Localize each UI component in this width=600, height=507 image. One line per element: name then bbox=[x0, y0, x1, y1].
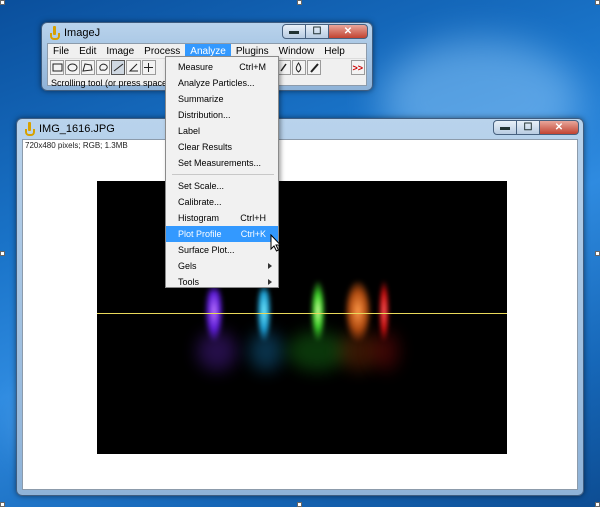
minimize-button[interactable]: ▬ bbox=[493, 120, 517, 135]
blue-glow bbox=[249, 331, 283, 371]
image-canvas-area: 720x480 pixels; RGB; 1.3MB bbox=[22, 139, 578, 490]
menu-item-surface-plot[interactable]: Surface Plot... bbox=[166, 242, 278, 258]
selection-handle bbox=[595, 0, 600, 5]
menu-item-tools[interactable]: Tools bbox=[166, 274, 278, 290]
menu-item-gels[interactable]: Gels bbox=[166, 258, 278, 274]
menu-item-analyze-particles[interactable]: Analyze Particles... bbox=[166, 75, 278, 91]
image-info: 720x480 pixels; RGB; 1.3MB bbox=[25, 141, 128, 150]
pen-tool-icon[interactable] bbox=[306, 60, 322, 75]
menu-edit[interactable]: Edit bbox=[74, 44, 101, 59]
minimize-button[interactable]: ▬ bbox=[282, 24, 306, 39]
menu-item-histogram[interactable]: Histogram Ctrl+H bbox=[166, 210, 278, 226]
freehand-tool-icon[interactable] bbox=[95, 60, 111, 75]
angle-tool-icon[interactable] bbox=[126, 60, 141, 75]
menu-item-clear-results[interactable]: Clear Results bbox=[166, 139, 278, 155]
dropper-icon[interactable] bbox=[291, 60, 306, 75]
close-button[interactable]: ✕ bbox=[539, 120, 579, 135]
menu-image[interactable]: Image bbox=[101, 44, 139, 59]
menu-item-set-scale[interactable]: Set Scale... bbox=[166, 178, 278, 194]
selection-handle bbox=[595, 502, 600, 507]
submenu-arrow-icon bbox=[268, 263, 272, 269]
maximize-button[interactable]: ☐ bbox=[305, 24, 329, 39]
menu-item-label[interactable]: Label bbox=[166, 123, 278, 139]
point-tool-icon[interactable] bbox=[141, 60, 157, 75]
imagej-icon bbox=[50, 26, 60, 40]
menu-item-summarize[interactable]: Summarize bbox=[166, 91, 278, 107]
menu-window[interactable]: Window bbox=[274, 44, 320, 59]
selection-handle bbox=[0, 0, 5, 5]
menu-item-plot-profile[interactable]: Plot Profile Ctrl+K bbox=[166, 226, 278, 242]
imagej-icon bbox=[25, 122, 35, 136]
image-titlebar[interactable]: IMG_1616.JPG ▬ ☐ ✕ bbox=[17, 119, 583, 138]
oval-tool-icon[interactable] bbox=[65, 60, 80, 75]
image-window-title: IMG_1616.JPG bbox=[39, 122, 115, 135]
maximize-button[interactable]: ☐ bbox=[516, 120, 540, 135]
spectrum-image[interactable] bbox=[97, 181, 507, 454]
imagej-titlebar[interactable]: ImageJ ▬ ☐ ✕ bbox=[42, 23, 372, 42]
selection-handle bbox=[297, 502, 302, 507]
menu-file[interactable]: File bbox=[48, 44, 74, 59]
menu-item-measure[interactable]: Measure Ctrl+M bbox=[166, 59, 278, 75]
menu-item-distribution[interactable]: Distribution... bbox=[166, 107, 278, 123]
selection-handle bbox=[595, 251, 600, 256]
menu-item-set-measurements[interactable]: Set Measurements... bbox=[166, 155, 278, 171]
submenu-arrow-icon bbox=[268, 279, 272, 285]
more-tools-icon[interactable]: >> bbox=[350, 60, 365, 75]
rectangle-tool-icon[interactable] bbox=[50, 60, 65, 75]
menu-help[interactable]: Help bbox=[319, 44, 350, 59]
analyze-menu-dropdown: Measure Ctrl+M Analyze Particles... Summa… bbox=[165, 56, 279, 288]
polygon-tool-icon[interactable] bbox=[80, 60, 95, 75]
selection-handle bbox=[0, 251, 5, 256]
red-glow bbox=[373, 331, 399, 371]
menu-separator bbox=[172, 174, 274, 175]
violet-glow bbox=[197, 331, 237, 371]
close-button[interactable]: ✕ bbox=[328, 24, 368, 39]
mouse-cursor-icon bbox=[270, 234, 282, 252]
straight-line-tool-icon[interactable] bbox=[111, 60, 126, 75]
menu-item-calibrate[interactable]: Calibrate... bbox=[166, 194, 278, 210]
selection-handle bbox=[0, 502, 5, 507]
image-window: IMG_1616.JPG ▬ ☐ ✕ 720x480 pixels; RGB; … bbox=[16, 118, 584, 496]
selection-handle bbox=[297, 0, 302, 5]
green-glow bbox=[287, 331, 347, 371]
window-title: ImageJ bbox=[64, 26, 101, 39]
line-selection[interactable] bbox=[97, 313, 507, 314]
